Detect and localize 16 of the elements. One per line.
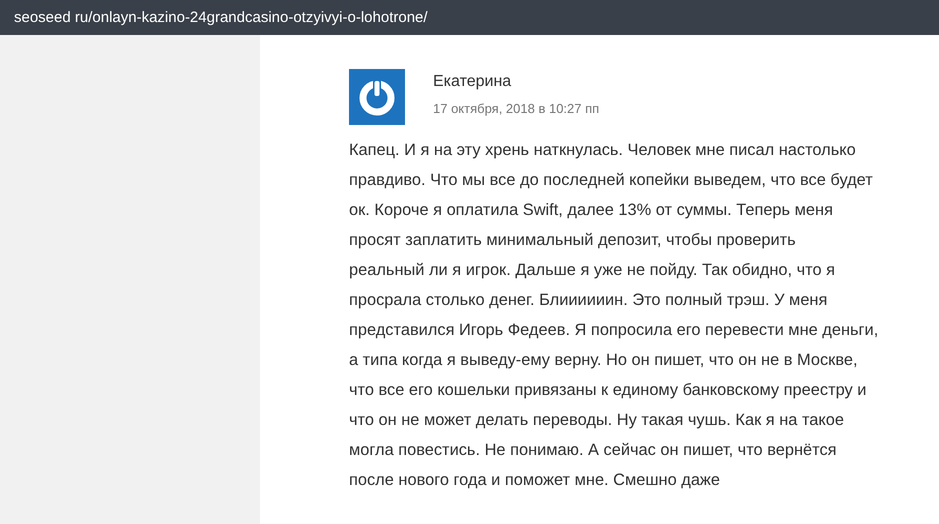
avatar-icon [349, 69, 405, 125]
comment-text-line: а типа когда я выведу-ему верну. Но он пишет, что он не в Москве, [349, 350, 858, 371]
comment-text-line: после нового года и поможет мне. Смешно даже [349, 470, 720, 491]
comment-text-line: реальный ли я игрок. Дальше я уже не пойду. Так обидно, что я [349, 260, 836, 281]
author-name: Екатерина [433, 73, 512, 92]
comment-text-line: правдиво. Что мы все до последней копейки выведем, что все будет [349, 170, 873, 191]
comment-date: 17 октября, 2018 в 10:27 пп [433, 101, 600, 116]
comment-text-line: просрала столько денег. Блиииииин. Это полный трэш. У меня [349, 290, 828, 311]
comment-text-line: Капец. И я на эту хрень наткнулась. Человек мне писал настолько [349, 140, 856, 161]
comment-text-line: могла повестись. Не понимаю. А сейчас он пишет, что вернётся [349, 440, 837, 461]
comment-text-line: что все его кошельки привязаны к единому банковскому преестру и [349, 380, 866, 401]
comment-text-line: представился Игорь Федеев. Я попросила его перевести мне деньги, [349, 320, 878, 341]
url-text: seoseed ru/onlayn-kazino-24grandcasino-otzyivyi-o-lohotrone/ [14, 9, 428, 26]
comment-text-line: ок. Короче я оплатила Swift, далее 13% от суммы. Теперь меня [349, 200, 833, 221]
comment-text-line: что он не может делать переводы. Ну такая чушь. Как я на такое [349, 410, 844, 431]
comment-text-line: просят заплатить минимальный депозит, чтобы проверить [349, 230, 796, 251]
